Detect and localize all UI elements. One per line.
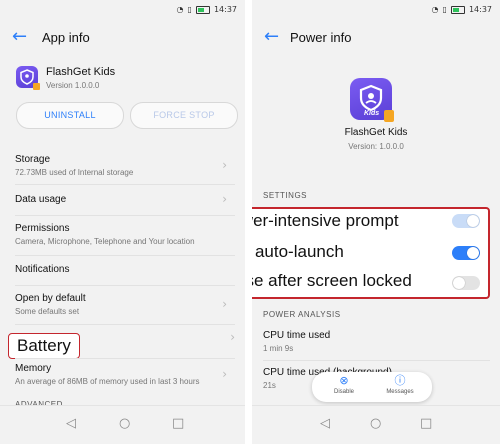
app-name: FlashGet Kids (344, 127, 408, 138)
nav-home-icon[interactable]: ○ (370, 416, 381, 431)
chevron-right-icon: › (222, 192, 227, 206)
open-by-default-sub: Some defaults set (15, 307, 80, 316)
status-time: 14:37 (213, 5, 237, 14)
back-arrow-icon[interactable]: ← (12, 26, 27, 48)
floating-action-bar: ⊗ Disable ⓘ Messages (312, 372, 432, 402)
download-badge-icon (384, 110, 394, 122)
chevron-right-icon: › (222, 367, 227, 381)
storage-title: Storage (15, 154, 51, 165)
app-info-header: ← App info (0, 22, 245, 54)
app-icon (16, 66, 40, 90)
settings-section-label: SETTINGS (263, 191, 308, 200)
page-title: App info (42, 30, 90, 45)
data-usage-row[interactable]: Data usage › (15, 192, 235, 206)
status-icons: ◔ ▯ 14:37 (177, 5, 237, 14)
memory-title: Memory (15, 363, 52, 374)
download-badge-icon (33, 83, 40, 90)
cpu-time-title: CPU time used (263, 330, 331, 341)
memory-row[interactable]: Memory An average of 86MB of memory used… (15, 363, 235, 386)
disable-icon: ⊗ (339, 374, 349, 387)
info-icon: ⓘ (394, 374, 406, 387)
permissions-sub: Camera, Microphone, Telephone and Your l… (15, 237, 195, 246)
messages-action[interactable]: ⓘ Messages (378, 374, 422, 395)
app-info-screen: ◔ ▯ 14:37 ← App info FlashGet Kids Versi… (0, 0, 245, 444)
notifications-title: Notifications (15, 264, 70, 275)
storage-row[interactable]: Storage 72.73MB used of Internal storage… (15, 154, 235, 177)
storage-sub: 72.73MB used of Internal storage (15, 168, 134, 177)
chevron-right-icon: › (230, 330, 235, 344)
data-usage-title: Data usage (15, 194, 67, 205)
app-version: Version: 1.0.0.0 (348, 142, 404, 151)
back-arrow-icon[interactable]: ← (264, 26, 279, 48)
memory-sub: An average of 86MB of memory used in las… (15, 377, 200, 386)
divider (15, 255, 235, 256)
permissions-row[interactable]: Permissions Camera, Microphone, Telephon… (15, 223, 235, 246)
divider (15, 215, 235, 216)
app-auto-launch-label: App auto-launch (252, 242, 344, 261)
uninstall-button[interactable]: UNINSTALL (16, 102, 124, 129)
status-bar: ◔ ▯ 14:37 (0, 0, 245, 20)
app-version: Version 1.0.0.0 (46, 81, 100, 90)
force-stop-button[interactable]: FORCE STOP (130, 102, 238, 129)
app-auto-launch-toggle[interactable] (452, 246, 480, 260)
app-name: FlashGet Kids (46, 66, 116, 78)
power-info-header: ← Power info (252, 22, 500, 54)
close-after-screen-locked-label: Close after screen locked (252, 271, 412, 290)
notifications-row[interactable]: Notifications (15, 264, 235, 275)
battery-icon (450, 5, 465, 14)
battery-icon (195, 5, 210, 14)
wifi-icon: ◔ (176, 5, 184, 14)
wifi-icon: ◔ (431, 5, 439, 14)
divider (15, 184, 235, 185)
status-icons: ◔ ▯ 14:37 (432, 5, 492, 14)
divider (15, 358, 235, 359)
nav-bar: ◁ ○ □ (0, 405, 245, 444)
cpu-time-row: CPU time used 1 min 9s (263, 330, 490, 353)
chevron-right-icon: › (222, 158, 227, 172)
open-by-default-row[interactable]: Open by default Some defaults set › (15, 293, 235, 316)
divider (15, 324, 235, 325)
nav-back-icon[interactable]: ◁ (320, 416, 330, 431)
nav-recents-icon[interactable]: □ (420, 416, 432, 431)
sim-icon: ▯ (442, 5, 447, 14)
settings-callout: Power-intensive prompt App auto-launch C… (252, 207, 490, 299)
status-time: 14:37 (468, 5, 492, 14)
divider (15, 285, 235, 286)
nav-bar: ◁ ○ □ (252, 405, 500, 444)
nav-back-icon[interactable]: ◁ (66, 416, 76, 431)
chevron-right-icon: › (222, 297, 227, 311)
divider (263, 360, 490, 361)
power-intensive-prompt-toggle[interactable] (452, 214, 480, 228)
power-analysis-section-label: POWER ANALYSIS (263, 310, 341, 319)
sim-icon: ▯ (187, 5, 192, 14)
power-info-screen: ◔ ▯ 14:37 ← Power info Kids FlashGet Kid… (252, 0, 500, 444)
page-title: Power info (290, 30, 352, 45)
nav-recents-icon[interactable]: □ (172, 416, 184, 431)
permissions-title: Permissions (15, 223, 70, 234)
kids-badge: Kids (364, 110, 380, 117)
power-intensive-prompt-label: Power-intensive prompt (252, 211, 399, 230)
status-bar: ◔ ▯ 14:37 (252, 0, 500, 20)
cpu-time-value: 1 min 9s (263, 344, 294, 353)
messages-label: Messages (386, 389, 414, 395)
close-after-screen-locked-toggle[interactable] (452, 276, 480, 290)
disable-label: Disable (333, 389, 354, 395)
disable-action[interactable]: ⊗ Disable (324, 374, 364, 395)
battery-title: Battery (17, 336, 71, 355)
app-icon: Kids (350, 78, 394, 122)
nav-home-icon[interactable]: ○ (119, 416, 130, 431)
battery-row[interactable]: Battery (8, 333, 80, 359)
open-by-default-title: Open by default (15, 293, 86, 304)
